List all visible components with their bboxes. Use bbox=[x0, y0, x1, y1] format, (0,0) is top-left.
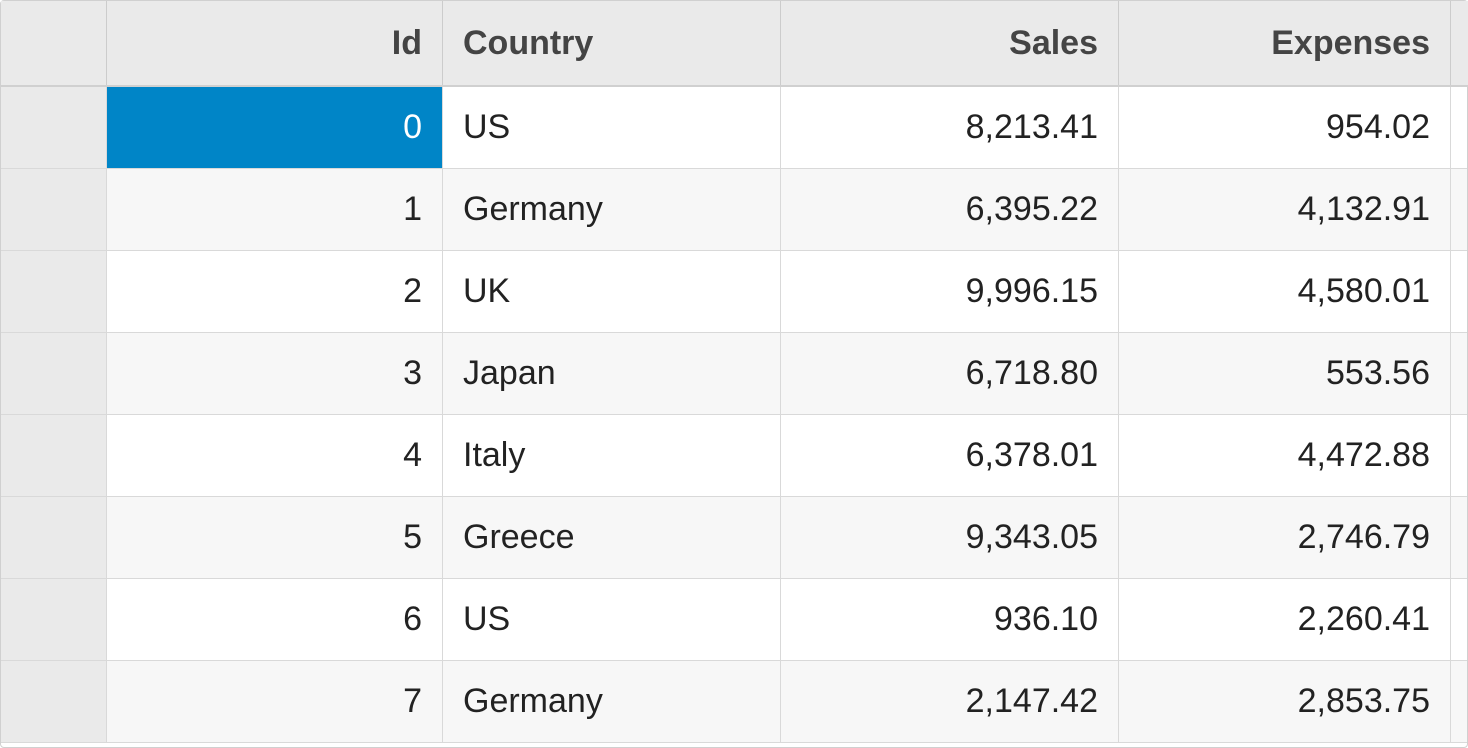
cell-expenses[interactable]: 2,746.79 bbox=[1119, 497, 1451, 578]
cell-expenses[interactable]: 2,260.41 bbox=[1119, 579, 1451, 660]
table-row: 4 Italy 6,378.01 4,472.88 bbox=[1, 415, 1467, 497]
cell-id[interactable]: 0 bbox=[107, 87, 443, 168]
grid-body: 0 US 8,213.41 954.02 1 Germany 6,395.22 … bbox=[1, 87, 1467, 747]
cell-country[interactable]: Japan bbox=[443, 333, 781, 414]
cell-id[interactable]: 5 bbox=[107, 497, 443, 578]
row-handle[interactable] bbox=[1, 169, 107, 250]
cell-expenses[interactable]: 4,132.91 bbox=[1119, 169, 1451, 250]
header-country[interactable]: Country bbox=[443, 1, 781, 85]
cell-trail bbox=[1451, 169, 1467, 250]
cell-sales[interactable]: 6,718.80 bbox=[781, 333, 1119, 414]
table-row: 2 UK 9,996.15 4,580.01 bbox=[1, 251, 1467, 333]
table-row: 1 Germany 6,395.22 4,132.91 bbox=[1, 169, 1467, 251]
row-handle[interactable] bbox=[1, 661, 107, 742]
data-grid[interactable]: Id Country Sales Expenses 0 US 8,213.41 … bbox=[0, 0, 1468, 748]
cell-sales[interactable]: 2,147.42 bbox=[781, 661, 1119, 742]
cell-country[interactable]: Germany bbox=[443, 661, 781, 742]
cell-country[interactable]: Italy bbox=[443, 415, 781, 496]
cell-sales[interactable]: 8,213.41 bbox=[781, 87, 1119, 168]
cell-sales[interactable]: 6,378.01 bbox=[781, 415, 1119, 496]
cell-country[interactable]: Greece bbox=[443, 497, 781, 578]
cell-expenses[interactable]: 954.02 bbox=[1119, 87, 1451, 168]
cell-trail bbox=[1451, 251, 1467, 332]
cell-trail bbox=[1451, 333, 1467, 414]
header-sales[interactable]: Sales bbox=[781, 1, 1119, 85]
cell-sales[interactable]: 9,996.15 bbox=[781, 251, 1119, 332]
cell-country[interactable]: US bbox=[443, 579, 781, 660]
cell-id[interactable]: 3 bbox=[107, 333, 443, 414]
cell-expenses[interactable]: 2,853.75 bbox=[1119, 661, 1451, 742]
row-handle[interactable] bbox=[1, 497, 107, 578]
cell-trail bbox=[1451, 497, 1467, 578]
cell-id[interactable]: 7 bbox=[107, 661, 443, 742]
header-row: Id Country Sales Expenses bbox=[1, 1, 1467, 87]
row-handle[interactable] bbox=[1, 415, 107, 496]
table-row: 3 Japan 6,718.80 553.56 bbox=[1, 333, 1467, 415]
row-handle[interactable] bbox=[1, 251, 107, 332]
table-row: 7 Germany 2,147.42 2,853.75 bbox=[1, 661, 1467, 743]
cell-country[interactable]: Germany bbox=[443, 169, 781, 250]
cell-country[interactable]: US bbox=[443, 87, 781, 168]
cell-id[interactable]: 4 bbox=[107, 415, 443, 496]
cell-trail bbox=[1451, 579, 1467, 660]
header-trail bbox=[1451, 1, 1468, 85]
cell-expenses[interactable]: 4,580.01 bbox=[1119, 251, 1451, 332]
table-row: 6 US 936.10 2,260.41 bbox=[1, 579, 1467, 661]
header-expenses[interactable]: Expenses bbox=[1119, 1, 1451, 85]
header-id[interactable]: Id bbox=[107, 1, 443, 85]
cell-trail bbox=[1451, 87, 1467, 168]
cell-expenses[interactable]: 4,472.88 bbox=[1119, 415, 1451, 496]
cell-trail bbox=[1451, 661, 1467, 742]
header-row-handle[interactable] bbox=[1, 1, 107, 85]
cell-id[interactable]: 2 bbox=[107, 251, 443, 332]
table-row: 0 US 8,213.41 954.02 bbox=[1, 87, 1467, 169]
table-row: 5 Greece 9,343.05 2,746.79 bbox=[1, 497, 1467, 579]
row-handle[interactable] bbox=[1, 333, 107, 414]
cell-id[interactable]: 1 bbox=[107, 169, 443, 250]
cell-sales[interactable]: 936.10 bbox=[781, 579, 1119, 660]
cell-country[interactable]: UK bbox=[443, 251, 781, 332]
cell-sales[interactable]: 9,343.05 bbox=[781, 497, 1119, 578]
row-handle[interactable] bbox=[1, 87, 107, 168]
cell-expenses[interactable]: 553.56 bbox=[1119, 333, 1451, 414]
row-handle[interactable] bbox=[1, 579, 107, 660]
cell-trail bbox=[1451, 415, 1467, 496]
cell-sales[interactable]: 6,395.22 bbox=[781, 169, 1119, 250]
cell-id[interactable]: 6 bbox=[107, 579, 443, 660]
